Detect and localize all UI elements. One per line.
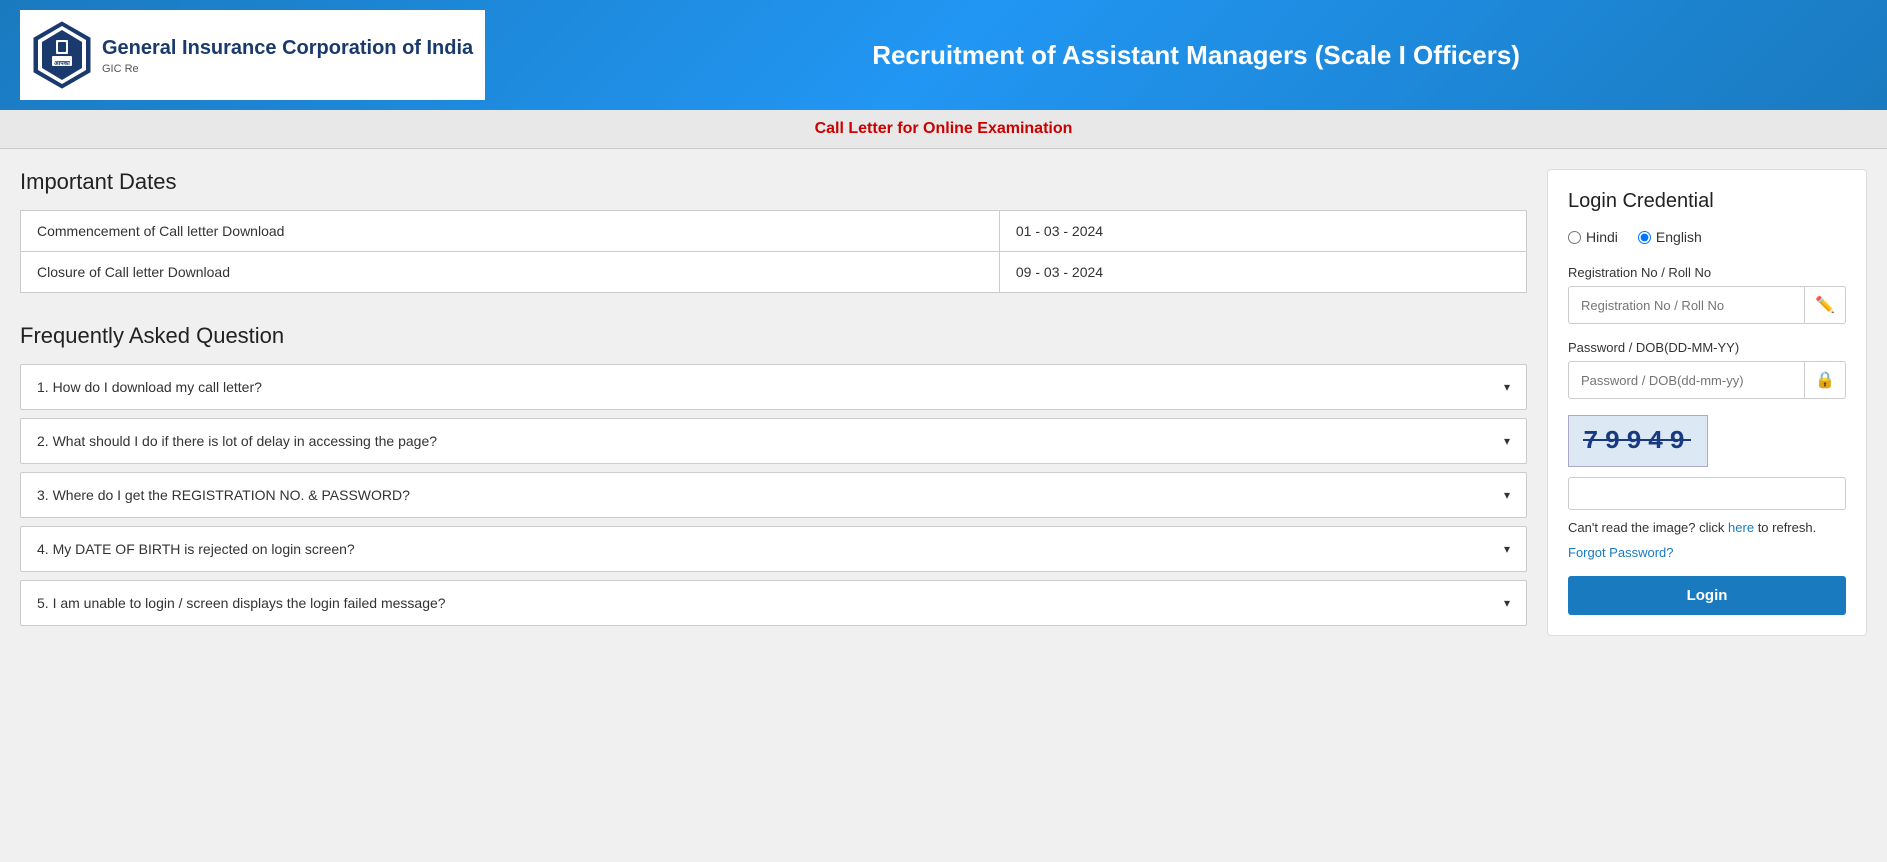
faq-question[interactable]: 2. What should I do if there is lot of d…	[21, 419, 1526, 463]
faq-question[interactable]: 1. How do I download my call letter? ▾	[21, 365, 1526, 409]
faq-item[interactable]: 4. My DATE OF BIRTH is rejected on login…	[20, 526, 1527, 572]
gic-logo-icon: आपका	[32, 20, 92, 90]
date-label: Commencement of Call letter Download	[21, 211, 1000, 252]
logo-text: General Insurance Corporation of India G…	[102, 36, 473, 75]
lang-english-radio[interactable]	[1638, 231, 1651, 244]
table-row: Closure of Call letter Download09 - 03 -…	[21, 252, 1527, 293]
chevron-down-icon: ▾	[1504, 596, 1510, 610]
faq-question-text: 2. What should I do if there is lot of d…	[37, 433, 437, 449]
lang-english-label: English	[1656, 229, 1702, 245]
lang-hindi-label: Hindi	[1586, 229, 1618, 245]
reg-field-label: Registration No / Roll No	[1568, 265, 1846, 280]
left-panel: Important Dates Commencement of Call let…	[20, 169, 1547, 634]
faq-question-text: 1. How do I download my call letter?	[37, 379, 262, 395]
chevron-down-icon: ▾	[1504, 380, 1510, 394]
captcha-image: 79949	[1568, 415, 1708, 467]
logo-subtitle: GIC Re	[102, 63, 473, 75]
login-panel: Login Credential Hindi English Registrat…	[1547, 169, 1867, 636]
date-value: 09 - 03 - 2024	[999, 252, 1526, 293]
chevron-down-icon: ▾	[1504, 488, 1510, 502]
main-content: Important Dates Commencement of Call let…	[0, 149, 1887, 656]
logo-box: आपका General Insurance Corporation of In…	[20, 10, 485, 100]
pass-input[interactable]	[1569, 363, 1804, 398]
faq-question-text: 5. I am unable to login / screen display…	[37, 595, 446, 611]
page-title: Recruitment of Assistant Managers (Scale…	[485, 40, 1867, 71]
login-button[interactable]: Login	[1568, 576, 1846, 615]
lock-icon: 🔒	[1804, 362, 1845, 398]
table-row: Commencement of Call letter Download01 -…	[21, 211, 1527, 252]
chevron-down-icon: ▾	[1504, 542, 1510, 556]
dates-table: Commencement of Call letter Download01 -…	[20, 210, 1527, 293]
sub-header-banner: Call Letter for Online Examination	[0, 110, 1887, 149]
important-dates-title: Important Dates	[20, 169, 1527, 195]
sub-header-text: Call Letter for Online Examination	[815, 120, 1073, 137]
faq-item[interactable]: 1. How do I download my call letter? ▾	[20, 364, 1527, 410]
captcha-input[interactable]	[1568, 477, 1846, 510]
lang-english-option[interactable]: English	[1638, 229, 1702, 245]
lang-hindi-radio[interactable]	[1568, 231, 1581, 244]
faq-item[interactable]: 3. Where do I get the REGISTRATION NO. &…	[20, 472, 1527, 518]
reg-input[interactable]	[1569, 288, 1804, 323]
faq-question-text: 3. Where do I get the REGISTRATION NO. &…	[37, 487, 410, 503]
svg-text:आपका: आपका	[54, 61, 70, 67]
captcha-refresh-text: Can't read the image? click here to refr…	[1568, 520, 1846, 535]
forgot-password-link[interactable]: Forgot Password?	[1568, 545, 1846, 560]
reg-input-wrapper: ✏️	[1568, 286, 1846, 324]
pass-field-label: Password / DOB(DD-MM-YY)	[1568, 340, 1846, 355]
pass-input-wrapper: 🔒	[1568, 361, 1846, 399]
faq-list: 1. How do I download my call letter? ▾ 2…	[20, 364, 1527, 626]
login-title: Login Credential	[1568, 190, 1846, 213]
edit-icon: ✏️	[1804, 287, 1845, 323]
language-options: Hindi English	[1568, 229, 1846, 245]
captcha-refresh-link[interactable]: here	[1728, 520, 1754, 535]
faq-title: Frequently Asked Question	[20, 323, 1527, 349]
faq-question[interactable]: 3. Where do I get the REGISTRATION NO. &…	[21, 473, 1526, 517]
faq-question-text: 4. My DATE OF BIRTH is rejected on login…	[37, 541, 355, 557]
lang-hindi-option[interactable]: Hindi	[1568, 229, 1618, 245]
date-label: Closure of Call letter Download	[21, 252, 1000, 293]
date-value: 01 - 03 - 2024	[999, 211, 1526, 252]
faq-item[interactable]: 5. I am unable to login / screen display…	[20, 580, 1527, 626]
chevron-down-icon: ▾	[1504, 434, 1510, 448]
faq-question[interactable]: 4. My DATE OF BIRTH is rejected on login…	[21, 527, 1526, 571]
logo-company-name: General Insurance Corporation of India	[102, 36, 473, 60]
page-header: आपका General Insurance Corporation of In…	[0, 0, 1887, 110]
faq-item[interactable]: 2. What should I do if there is lot of d…	[20, 418, 1527, 464]
faq-question[interactable]: 5. I am unable to login / screen display…	[21, 581, 1526, 625]
